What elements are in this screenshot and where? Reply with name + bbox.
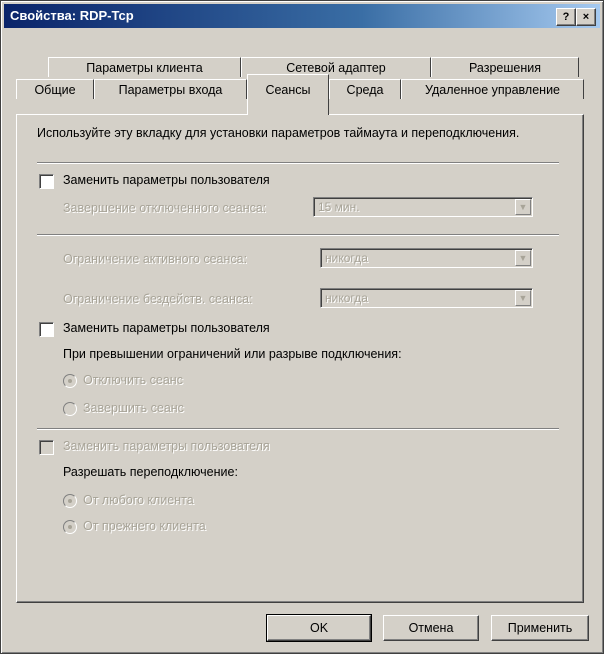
title-bar[interactable]: Свойства: RDP-Tcp ? ×: [4, 4, 600, 28]
radio-any-client[interactable]: [63, 494, 77, 508]
idle-limit-value: никогда: [325, 291, 368, 305]
separator: [37, 428, 559, 430]
radio-prev-client[interactable]: [63, 520, 77, 534]
active-limit-label: Ограничение активного сеанса:: [63, 252, 248, 266]
override-label-2: Заменить параметры пользователя: [63, 321, 270, 335]
help-button[interactable]: ?: [556, 8, 576, 26]
tab-general[interactable]: Общие: [16, 79, 94, 99]
override-checkbox-3[interactable]: [39, 440, 54, 455]
end-disconnected-label: Завершение отключенного сеанса:: [63, 201, 267, 215]
separator: [37, 234, 559, 236]
tab-sessions[interactable]: Сеансы: [247, 74, 329, 115]
radio-end-session[interactable]: [63, 402, 77, 416]
idle-limit-label: Ограничение бездейств. сеанса:: [63, 292, 253, 306]
window-title: Свойства: RDP-Tcp: [10, 8, 134, 23]
radio-end-session-label: Завершить сеанс: [83, 401, 184, 415]
dialog-window: Свойства: RDP-Tcp ? × Параметры клиента …: [0, 0, 604, 654]
allow-reconnect-label: Разрешать переподключение:: [63, 465, 238, 479]
on-limit-label: При превышении ограничений или разрыве п…: [63, 347, 402, 361]
end-disconnected-value: 15 мин.: [318, 200, 360, 214]
radio-disconnect[interactable]: [63, 374, 77, 388]
radio-dot-icon: [68, 525, 72, 529]
radio-any-client-label: От любого клиента: [83, 493, 194, 507]
active-limit-value: никогда: [325, 251, 368, 265]
override-checkbox-2[interactable]: [39, 322, 54, 337]
idle-limit-select[interactable]: никогда ▼: [320, 288, 533, 308]
panel-description: Используйте эту вкладку для установки па…: [37, 126, 520, 140]
chevron-down-icon: ▼: [515, 199, 531, 215]
radio-dot-icon: [68, 499, 72, 503]
tab-client-settings[interactable]: Параметры клиента: [48, 57, 241, 77]
override-label-3: Заменить параметры пользователя: [63, 439, 270, 453]
active-limit-select[interactable]: никогда ▼: [320, 248, 533, 268]
chevron-down-icon: ▼: [515, 250, 531, 266]
radio-dot-icon: [68, 379, 72, 383]
separator: [37, 162, 559, 164]
chevron-down-icon: ▼: [515, 290, 531, 306]
close-button[interactable]: ×: [576, 8, 596, 26]
cancel-button[interactable]: Отмена: [383, 615, 479, 641]
radio-prev-client-label: От прежнего клиента: [83, 519, 206, 533]
tab-logon-settings[interactable]: Параметры входа: [94, 79, 247, 99]
end-disconnected-select[interactable]: 15 мин. ▼: [313, 197, 533, 217]
override-checkbox-1[interactable]: [39, 174, 54, 189]
tab-remote-control[interactable]: Удаленное управление: [401, 79, 584, 99]
tab-permissions[interactable]: Разрешения: [431, 57, 579, 77]
ok-button[interactable]: OK: [266, 614, 372, 642]
apply-button[interactable]: Применить: [491, 615, 589, 641]
override-label-1: Заменить параметры пользователя: [63, 173, 270, 187]
tab-environment[interactable]: Среда: [329, 79, 401, 99]
sessions-panel: Используйте эту вкладку для установки па…: [16, 114, 584, 603]
radio-disconnect-label: Отключить сеанс: [83, 373, 183, 387]
